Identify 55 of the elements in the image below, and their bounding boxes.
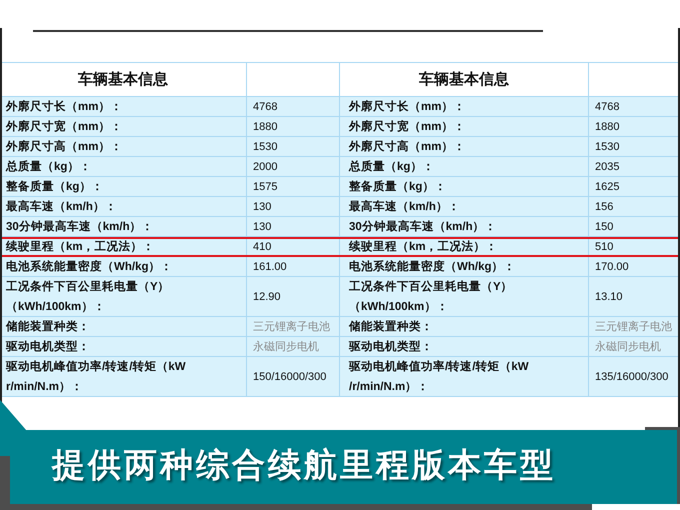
spec-label: 外廓尺寸长（mm）： [340, 97, 589, 117]
spec-value: 1575 [247, 177, 340, 197]
spec-value: 4768 [589, 97, 680, 117]
spec-label: 驱动电机峰值功率/转速/转矩（kW r/min/N.m）： [0, 357, 247, 397]
spec-label: 续驶里程（km，工况法）： [340, 237, 589, 257]
spec-value: 2035 [589, 157, 680, 177]
spec-value: 1625 [589, 177, 680, 197]
spec-label: 最高车速（km/h）： [340, 197, 589, 217]
spec-value: 410 [247, 237, 340, 257]
spec-label: 电池系统能量密度（Wh/kg）： [0, 257, 247, 277]
spec-value: 三元锂离子电池 [247, 317, 340, 337]
spec-value: 170.00 [589, 257, 680, 277]
table-title: 车辆基本信息 [0, 63, 247, 97]
table-title: 车辆基本信息 [340, 63, 589, 97]
spec-label: 外廓尺寸长（mm）： [0, 97, 247, 117]
spec-label: 总质量（kg）： [340, 157, 589, 177]
spec-value: 130 [247, 217, 340, 237]
spec-label: 电池系统能量密度（Wh/kg）： [340, 257, 589, 277]
spec-value: 12.90 [247, 277, 340, 317]
caption-text: 提供两种综合续航里程版本车型 [52, 445, 556, 485]
spec-label: 总质量（kg）： [0, 157, 247, 177]
spec-value: 1880 [247, 117, 340, 137]
spec-value: 1530 [247, 137, 340, 157]
spec-label: 30分钟最高车速（km/h）： [0, 217, 247, 237]
spec-label: 工况条件下百公里耗电量（Y） （kWh/100km）： [0, 277, 247, 317]
spec-label: 储能装置种类： [340, 317, 589, 337]
spec-label: 外廓尺寸高（mm）： [0, 137, 247, 157]
spec-value: 135/16000/300 [589, 357, 680, 397]
spec-label: 续驶里程（km，工况法）： [0, 237, 247, 257]
spec-label: 最高车速（km/h）： [0, 197, 247, 217]
spec-value: 150 [589, 217, 680, 237]
spec-value: 161.00 [247, 257, 340, 277]
spec-label: 驱动电机类型： [340, 337, 589, 357]
spec-label: 工况条件下百公里耗电量（Y） （kWh/100km）： [340, 277, 589, 317]
spec-value: 1530 [589, 137, 680, 157]
spec-value: 1880 [589, 117, 680, 137]
spec-value: 130 [247, 197, 340, 217]
spec-value: 510 [589, 237, 680, 257]
spec-label: 外廓尺寸高（mm）： [340, 137, 589, 157]
spec-value: 13.10 [589, 277, 680, 317]
spec-label: 驱动电机峰值功率/转速/转矩（kW /r/min/N.m）： [340, 357, 589, 397]
spec-value: 永磁同步电机 [589, 337, 680, 357]
spec-label: 整备质量（kg）： [0, 177, 247, 197]
spec-label: 驱动电机类型： [0, 337, 247, 357]
spec-label: 外廓尺寸宽（mm）： [0, 117, 247, 137]
spec-value: 永磁同步电机 [247, 337, 340, 357]
spec-value: 4768 [247, 97, 340, 117]
spec-value: 2000 [247, 157, 340, 177]
spec-label: 整备质量（kg）： [340, 177, 589, 197]
spec-value: 156 [589, 197, 680, 217]
spec-label: 外廓尺寸宽（mm）： [340, 117, 589, 137]
spec-label: 储能装置种类： [0, 317, 247, 337]
spec-value: 三元锂离子电池 [589, 317, 680, 337]
spec-value: 150/16000/300 [247, 357, 340, 397]
spec-label: 30分钟最高车速（km/h）： [340, 217, 589, 237]
